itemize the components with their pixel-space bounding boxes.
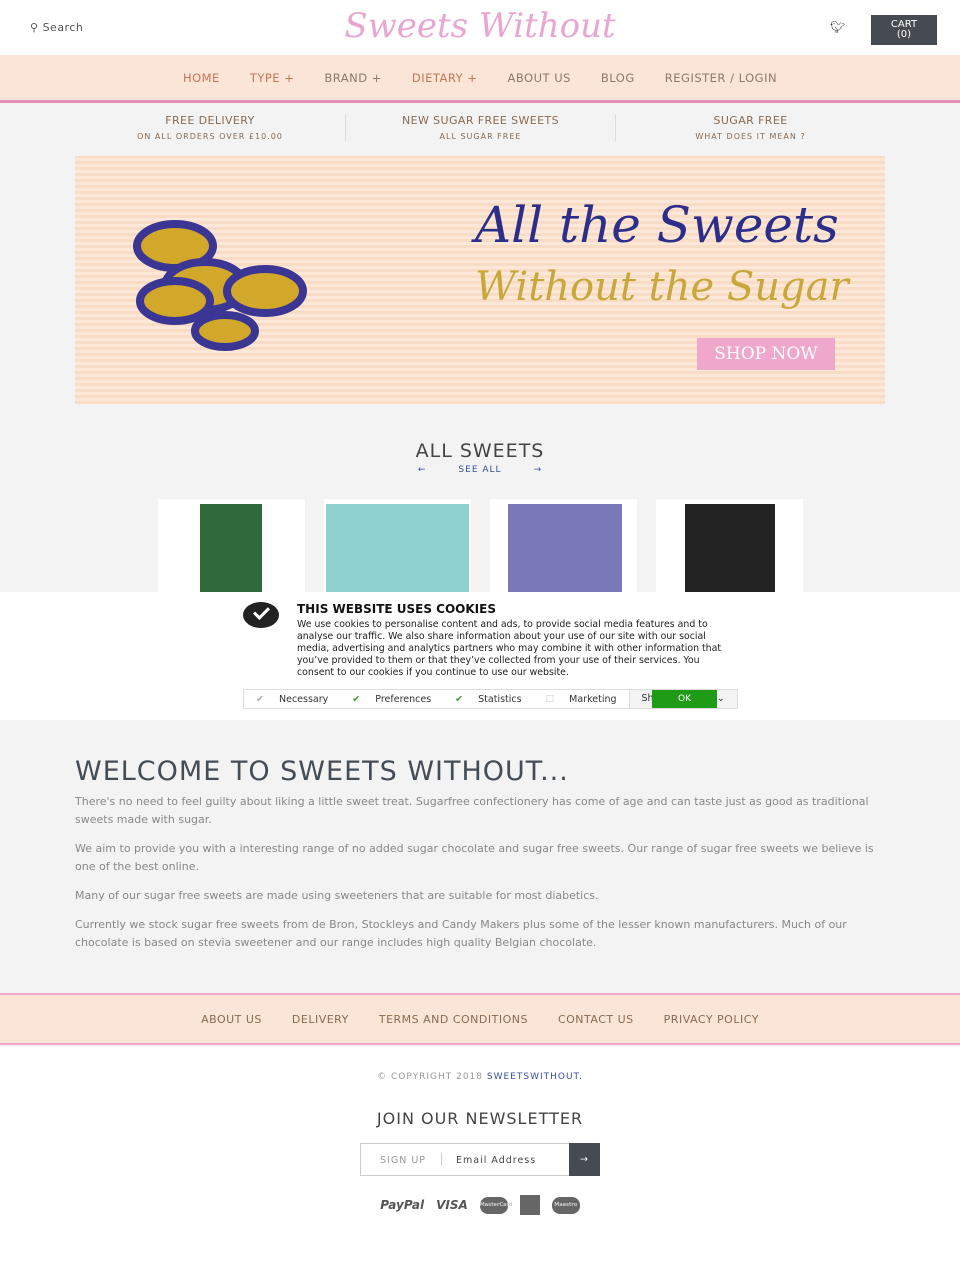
promo-sugar-free[interactable]: SUGAR FREE WHAT DOES IT MEAN ?	[615, 114, 885, 141]
promo-title: SUGAR FREE	[713, 114, 788, 127]
copyright: © COPYRIGHT 2018 SWEETSWITHOUT.	[0, 1072, 960, 1082]
welcome-paragraph: Currently we stock sugar free sweets fro…	[75, 918, 847, 949]
nav-blog[interactable]: BLOG	[601, 71, 635, 85]
welcome-paragraph: We aim to provide you with a interesting…	[75, 842, 874, 873]
nav-type[interactable]: TYPE +	[250, 71, 295, 85]
footer-nav: ABOUT US DELIVERY TERMS AND CONDITIONS C…	[0, 993, 960, 1045]
signup-label: SIGN UP	[380, 1155, 427, 1166]
nav-dietary[interactable]: DIETARY +	[412, 71, 478, 85]
preferences-checkbox[interactable]: ✔ Preferences	[340, 694, 443, 705]
product-card[interactable]	[656, 499, 803, 599]
option-label: Statistics	[478, 693, 522, 705]
promo-sub: ON ALL ORDERS OVER £10.00	[137, 132, 283, 141]
product-image	[685, 504, 775, 599]
welcome-paragraph: There's no need to feel guilty about lik…	[75, 795, 869, 826]
footer-terms[interactable]: TERMS AND CONDITIONS	[379, 1013, 528, 1026]
welcome-title: WELCOME TO SWEETS WITHOUT...	[75, 756, 569, 787]
brand-link[interactable]: SWEETSWITHOUT.	[487, 1072, 583, 1082]
necessary-checkbox[interactable]: ✔ Necessary	[244, 694, 340, 705]
newsletter-title: JOIN OUR NEWSLETTER	[376, 1109, 584, 1128]
see-all-link[interactable]: SEE ALL	[458, 465, 501, 475]
cookie-body: We use cookies to personalise content an…	[297, 619, 722, 678]
option-label: Preferences	[375, 693, 432, 705]
nav-home[interactable]: HOME	[183, 71, 220, 85]
nav-about[interactable]: ABOUT US	[508, 71, 571, 85]
footer-delivery[interactable]: DELIVERY	[292, 1013, 349, 1026]
marketing-checkbox[interactable]: ☐ Marketing	[534, 694, 629, 705]
newsletter-submit-button[interactable]: →	[569, 1143, 600, 1176]
product-card[interactable]	[324, 499, 471, 599]
cart-button[interactable]: CART (0)	[871, 15, 937, 45]
cookie-banner: THIS WEBSITE USES COOKIES We use cookies…	[0, 592, 960, 720]
payment-icons: PayPal VISA MasterCard Maestro	[0, 1195, 960, 1215]
collection-title: ALL SWEETS	[415, 440, 545, 462]
welcome-section: WELCOME TO SWEETS WITHOUT... There's no …	[75, 756, 885, 963]
visa-icon: VISA	[436, 1198, 468, 1212]
maestro-icon: Maestro	[551, 1196, 580, 1214]
footer-about[interactable]: ABOUT US	[201, 1013, 262, 1026]
promo-sub: WHAT DOES IT MEAN ?	[695, 132, 806, 141]
copyright-text: © COPYRIGHT 2018	[377, 1072, 483, 1082]
cart-count: (0)	[896, 29, 912, 40]
prev-arrow-icon[interactable]: ←	[418, 465, 427, 475]
collection-nav: ← SEE ALL →	[0, 465, 960, 475]
amex-icon	[519, 1195, 540, 1215]
paypal-icon: PayPal	[380, 1198, 425, 1212]
logo[interactable]: Sweets Without	[0, 6, 960, 46]
option-label: Marketing	[569, 693, 617, 705]
shop-now-button[interactable]: SHOP NOW	[697, 338, 835, 370]
hero-banner[interactable]: All the Sweets Without the Sugar SHOP NO…	[75, 156, 885, 404]
mastercard-icon: MasterCard	[479, 1196, 512, 1214]
cookie-check-icon	[243, 602, 279, 628]
promo-bar: FREE DELIVERY ON ALL ORDERS OVER £10.00 N…	[0, 114, 960, 141]
email-input[interactable]: Email Address	[456, 1155, 536, 1166]
promo-free-delivery[interactable]: FREE DELIVERY ON ALL ORDERS OVER £10.00	[75, 114, 345, 141]
welcome-paragraph: Many of our sugar free sweets are made u…	[75, 889, 599, 902]
footer-privacy[interactable]: PRIVACY POLICY	[664, 1013, 759, 1026]
product-image	[326, 504, 469, 599]
twitter-icon[interactable]: 🐦︎	[830, 20, 845, 34]
promo-new-sweets[interactable]: NEW SUGAR FREE SWEETS ALL SUGAR FREE	[345, 114, 615, 141]
option-label: Necessary	[279, 693, 329, 705]
nav-brand[interactable]: BRAND +	[324, 71, 382, 85]
cookie-title: THIS WEBSITE USES COOKIES	[297, 602, 496, 616]
promo-title: FREE DELIVERY	[165, 114, 255, 127]
hero-subheadline: Without the Sugar	[475, 264, 849, 310]
eclairs-candy-image	[133, 220, 307, 351]
product-image	[508, 504, 622, 599]
product-card[interactable]	[490, 499, 637, 599]
nav-register-login[interactable]: REGISTER / LOGIN	[665, 71, 777, 85]
promo-title: NEW SUGAR FREE SWEETS	[401, 114, 559, 127]
divider	[441, 1153, 442, 1166]
product-image	[200, 504, 262, 599]
cookie-ok-button[interactable]: OK	[652, 690, 717, 708]
hero-headline: All the Sweets	[475, 196, 839, 254]
next-arrow-icon[interactable]: →	[534, 465, 543, 475]
footer: © COPYRIGHT 2018 SWEETSWITHOUT. JOIN OUR…	[0, 1047, 960, 1268]
product-card[interactable]	[158, 499, 305, 599]
header: ⚲ Search Sweets Without 🐦︎ CART (0)	[0, 0, 960, 55]
promo-sub: ALL SUGAR FREE	[439, 132, 522, 141]
newsletter-form: SIGN UP Email Address →	[360, 1143, 600, 1176]
footer-contact[interactable]: CONTACT US	[558, 1013, 634, 1026]
statistics-checkbox[interactable]: ✔ Statistics	[443, 694, 533, 705]
main-nav: HOME TYPE + BRAND + DIETARY + ABOUT US B…	[0, 55, 960, 103]
